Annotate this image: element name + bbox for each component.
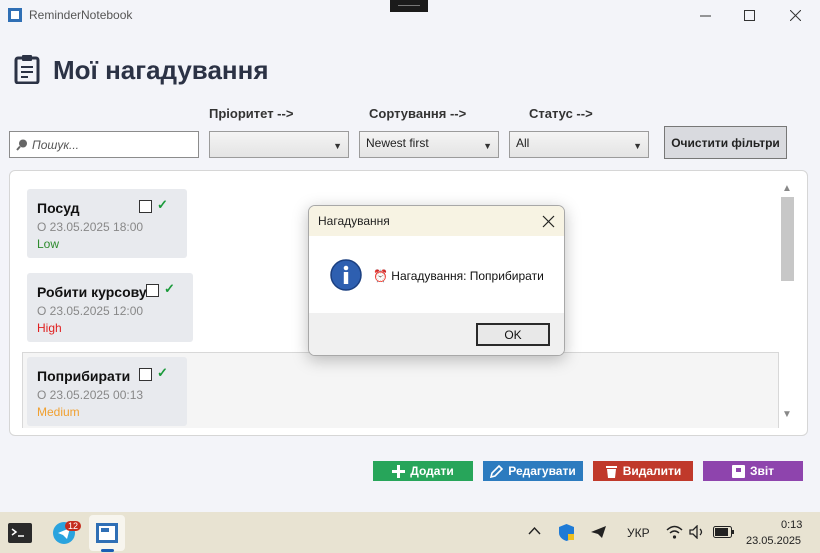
done-checkbox[interactable] — [139, 200, 152, 213]
close-icon — [789, 9, 801, 21]
list-scrollbar[interactable]: ▲ ▼ — [779, 181, 796, 425]
reminder-title: Робити курсову — [37, 284, 147, 300]
reminder-title: Поприбирати — [37, 368, 131, 384]
trash-icon — [605, 465, 617, 478]
taskbar: УКР — [0, 512, 820, 553]
reminder-date: О 23.05.2025 12:00 — [37, 304, 144, 318]
checkmark-icon: ✓ — [157, 197, 168, 212]
window-title: ReminderNotebook — [29, 8, 133, 22]
clear-filters-button[interactable]: Очистити фільтри — [664, 126, 787, 159]
maximize-button[interactable] — [734, 4, 764, 26]
app-window: ReminderNotebook Мої нагадування Пріорит… — [0, 0, 820, 512]
done-checkbox[interactable] — [146, 284, 159, 297]
search-box[interactable] — [9, 131, 199, 158]
checkmark-icon: ✓ — [164, 281, 175, 296]
status-select-value: All — [516, 136, 530, 150]
language-indicator[interactable]: УКР — [627, 526, 650, 540]
dialog-message: ⏰ Нагадування: Поприбирати — [373, 269, 544, 283]
reminder-date: О 23.05.2025 00:13 — [37, 388, 144, 402]
add-button[interactable]: Додати — [373, 461, 473, 481]
dialog-footer: OK — [309, 313, 564, 355]
shield-icon[interactable] — [558, 523, 575, 542]
scroll-down-icon[interactable]: ▼ — [782, 409, 792, 420]
reminder-title: Посуд — [37, 200, 80, 216]
search-input[interactable] — [32, 137, 192, 152]
notification-badge: 12 — [65, 521, 82, 531]
report-button-label: Звіт — [749, 464, 775, 478]
reminder-priority: Low — [37, 237, 60, 251]
close-button[interactable] — [780, 4, 810, 26]
sort-select[interactable]: Newest first ▼ — [359, 131, 499, 158]
volume-icon[interactable] — [689, 525, 706, 539]
edit-button-label: Редагувати — [508, 464, 576, 478]
plus-icon — [392, 464, 406, 478]
active-indicator — [101, 549, 114, 552]
info-icon — [330, 259, 362, 291]
app-icon — [8, 8, 22, 22]
reminder-card[interactable]: Посуд О 23.05.2025 18:00 Low ✓ — [27, 189, 187, 258]
chevron-down-icon: ▼ — [483, 141, 492, 151]
scroll-thumb[interactable] — [781, 197, 794, 281]
reminder-card[interactable]: Робити курсову О 23.05.2025 12:00 High ✓ — [27, 273, 193, 342]
chevron-up-icon[interactable] — [528, 526, 541, 536]
report-button[interactable]: Звіт — [703, 461, 803, 481]
clipboard-icon — [14, 55, 40, 84]
scroll-up-icon[interactable]: ▲ — [782, 183, 792, 194]
wifi-icon[interactable] — [666, 525, 683, 539]
status-select[interactable]: All ▼ — [509, 131, 649, 158]
minimize-icon — [699, 15, 711, 16]
terminal-icon[interactable] — [7, 520, 33, 546]
send-icon[interactable] — [590, 525, 607, 539]
reminder-dialog: Нагадування ⏰ Нагадування: Поприбирати O… — [308, 205, 565, 356]
delete-button-label: Видалити — [622, 464, 682, 478]
maximize-icon — [743, 9, 755, 21]
dialog-title: Нагадування — [318, 214, 390, 228]
checkmark-icon: ✓ — [157, 365, 168, 380]
chevron-down-icon: ▼ — [633, 141, 642, 151]
battery-icon[interactable] — [713, 526, 735, 538]
sort-filter-label: Сортування --> — [369, 106, 467, 121]
page-title: Мої нагадування — [53, 55, 269, 85]
pencil-icon — [490, 464, 504, 478]
sort-select-value: Newest first — [366, 136, 429, 150]
reminder-priority: Medium — [37, 405, 80, 419]
status-filter-label: Статус --> — [529, 106, 593, 121]
title-bar: ReminderNotebook — [0, 0, 820, 30]
done-checkbox[interactable] — [139, 368, 152, 381]
priority-filter-label: Пріоритет --> — [209, 106, 294, 121]
search-icon — [16, 139, 27, 151]
reminder-card[interactable]: Поприбирати О 23.05.2025 00:13 Medium ✓ — [27, 357, 187, 426]
reminder-notebook-taskbar-icon[interactable] — [94, 520, 120, 546]
priority-select[interactable]: ▼ — [209, 131, 349, 158]
reminder-date: О 23.05.2025 18:00 — [37, 220, 144, 234]
ok-button[interactable]: OK — [476, 323, 550, 346]
clock-date[interactable]: 23.05.2025 — [746, 535, 801, 547]
delete-button[interactable]: Видалити — [593, 461, 693, 481]
clock-time[interactable]: 0:13 — [781, 519, 802, 531]
edit-button[interactable]: Редагувати — [483, 461, 583, 481]
close-icon[interactable] — [542, 215, 555, 228]
minimize-button[interactable] — [690, 4, 720, 26]
reminder-priority: High — [37, 321, 62, 335]
report-icon — [731, 464, 745, 478]
add-button-label: Додати — [410, 464, 454, 478]
camera-notch — [390, 0, 428, 12]
chevron-down-icon: ▼ — [333, 141, 342, 151]
